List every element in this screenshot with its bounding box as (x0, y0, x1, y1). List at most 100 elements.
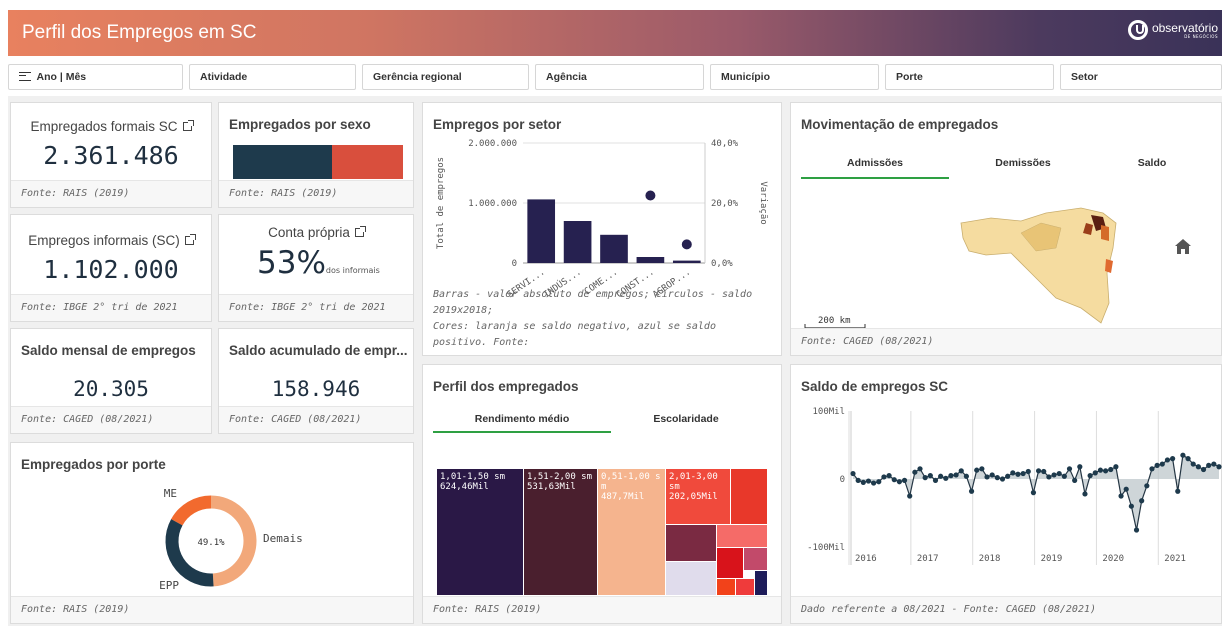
card-perfil-empregados[interactable]: Perfil dos empregados Rendimento médio E… (422, 364, 782, 624)
filter-porte[interactable]: Porte (885, 64, 1054, 90)
bar (672, 260, 701, 263)
filter-agencia[interactable]: Agência (535, 64, 704, 90)
card-source: Fonte: RAIS (2019) (11, 180, 211, 207)
card-saldo-empregos-sc[interactable]: Saldo de empregos SC 100Mil 0 -100Mil 2016 2… (790, 364, 1222, 624)
data-point (1133, 527, 1140, 533)
data-point (1061, 473, 1067, 479)
donut-chart[interactable]: 49.1% ME Demais EPP (11, 443, 415, 593)
observatorio-logo[interactable]: observatório DE NEGÓCIOS (1127, 20, 1218, 40)
filter-label: Ano | Mês (36, 71, 87, 83)
data-point (1015, 471, 1021, 477)
data-point (855, 477, 861, 483)
note-line: Cores: laranja se saldo negativo, azul s… (433, 321, 716, 348)
data-point (1077, 464, 1083, 470)
saldo-line-chart[interactable]: 100Mil 0 -100Mil 2016 2017 2018 2019 2020 2021 (791, 399, 1222, 599)
card-empregos-por-setor[interactable]: Empregos por setor 0 0,0% 1.000.000 20,0% 2.… (422, 102, 782, 356)
bar-feminino[interactable] (331, 145, 403, 179)
filter-label: Atividade (200, 71, 248, 83)
treemap-cell[interactable] (736, 579, 754, 595)
card-conta-propria[interactable]: Conta própria 53%dos informais Fonte: IB… (218, 214, 414, 322)
data-point (968, 488, 975, 494)
note-line: Barras - valor absoluto de empregos; Cír… (433, 289, 753, 316)
donut-label: Demais (263, 532, 303, 545)
treemap-cell[interactable] (755, 571, 767, 595)
treemap-cell[interactable]: 1,51-2,00 sm 531,63Mil (524, 469, 597, 595)
data-point (1035, 468, 1042, 474)
data-point (1108, 466, 1114, 473)
card-empregados-por-sexo[interactable]: Empregados por sexo Fonte: RAIS (2019) (218, 102, 414, 208)
card-title: Empregados por sexo (229, 117, 371, 132)
sc-map[interactable]: 200 km (791, 163, 1222, 333)
data-point (943, 475, 949, 481)
chart-note: Barras - valor absoluto de empregos; Cír… (433, 287, 775, 351)
external-link-icon[interactable] (184, 234, 196, 245)
external-link-icon[interactable] (354, 226, 366, 237)
card-source: Fonte: CAGED (08/2021) (219, 406, 413, 433)
x-tick-label: 2017 (917, 554, 939, 564)
data-point (1087, 473, 1093, 479)
treemap-cell[interactable] (666, 562, 716, 595)
map-region-high[interactable] (1101, 225, 1109, 241)
donut-slice[interactable] (165, 519, 214, 587)
card-saldo-acumulado[interactable]: Saldo acumulado de empr... 158.946 Fonte… (218, 328, 414, 434)
external-link-icon[interactable] (182, 120, 194, 131)
filter-bar: Ano | Mês Atividade Gerência regional Ag… (8, 62, 1222, 92)
treemap-cell[interactable]: 1,01-1,50 sm 624,46Mil (437, 469, 523, 595)
filter-gerencia-regional[interactable]: Gerência regional (362, 64, 529, 90)
donut-slice[interactable] (171, 495, 212, 526)
filter-setor[interactable]: Setor (1060, 64, 1222, 90)
filter-municipio[interactable]: Município (710, 64, 879, 90)
filter-atividade[interactable]: Atividade (189, 64, 356, 90)
card-movimentacao[interactable]: Movimentação de empregados Admissões Dem… (790, 102, 1222, 356)
app-header: Perfil dos Empregos em SC observatório D… (8, 10, 1222, 56)
treemap-cell[interactable] (666, 525, 716, 561)
treemap-cell[interactable] (744, 548, 767, 570)
y2-tick-label: 20,0% (711, 199, 739, 209)
treemap-cell[interactable]: 2,01-3,00 sm 202,05Mil (666, 469, 730, 524)
treemap-cell[interactable] (731, 469, 767, 524)
data-point (1113, 464, 1119, 470)
data-point (994, 475, 1000, 481)
card-empregados-formais[interactable]: Empregados formais SC 2.361.486 Fonte: R… (10, 102, 212, 208)
card-saldo-mensal[interactable]: Saldo mensal de empregos 20.305 Fonte: C… (10, 328, 212, 434)
card-empregos-informais[interactable]: Empregos informais (SC) 1.102.000 Fonte:… (10, 214, 212, 322)
data-point (1097, 467, 1104, 473)
data-point (881, 474, 887, 480)
data-point (896, 479, 902, 485)
treemap-cell[interactable] (717, 548, 743, 578)
data-point (1139, 498, 1145, 504)
filter-label: Gerência regional (373, 71, 462, 83)
x-tick-label: 2021 (1164, 554, 1186, 564)
data-point (1190, 461, 1196, 467)
tab-rendimento-medio[interactable]: Rendimento médio (433, 409, 611, 433)
card-source: Fonte: IBGE 2° tri de 2021 (11, 294, 211, 321)
data-point (850, 470, 856, 477)
tab-escolaridade[interactable]: Escolaridade (611, 409, 761, 433)
data-point (974, 467, 980, 473)
data-point (1041, 468, 1047, 475)
logo-text: observatório (1151, 20, 1218, 35)
treemap-cell[interactable]: 0,51-1,00 sm 487,7Mil (598, 469, 665, 595)
data-point (1216, 464, 1222, 470)
treemap[interactable]: 1,01-1,50 sm 624,46Mil 1,51-2,00 sm 531,63… (437, 469, 767, 595)
card-source: Fonte: RAIS (2019) (11, 596, 413, 623)
data-point (1056, 470, 1062, 477)
card-empregados-por-porte[interactable]: Empregados por porte 49.1% ME Demais EPP Fo… (10, 442, 414, 624)
perfil-tabs: Rendimento médio Escolaridade (433, 409, 771, 433)
data-point (999, 476, 1006, 482)
bar-masculino[interactable] (233, 145, 332, 179)
treemap-cell[interactable] (717, 579, 735, 595)
filter-ano-mes[interactable]: Ano | Mês (8, 64, 183, 90)
home-icon[interactable] (1175, 239, 1191, 254)
data-point (917, 466, 923, 472)
data-point (938, 473, 944, 479)
page-title: Perfil dos Empregos em SC (22, 22, 257, 43)
map-region-high[interactable] (1105, 259, 1113, 273)
setor-bar-chart[interactable]: 0 0,0% 1.000.000 20,0% 2.000.000 40,0% Total d… (423, 103, 783, 313)
treemap-cell[interactable] (717, 525, 767, 547)
kpi-value: 53% (257, 245, 326, 281)
saldo-point (645, 190, 656, 201)
sex-stacked-bar[interactable] (233, 145, 403, 179)
data-point (1020, 470, 1026, 477)
data-point (907, 493, 913, 499)
